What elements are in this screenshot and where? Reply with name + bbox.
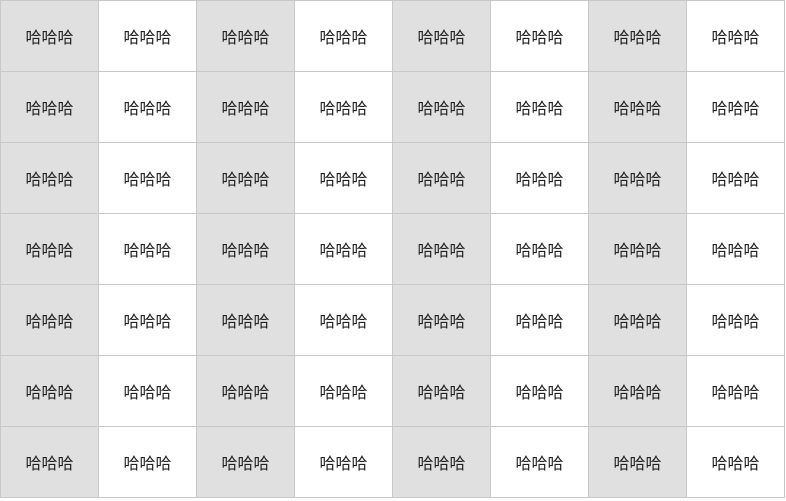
grid-row: 哈哈哈 哈哈哈 哈哈哈 哈哈哈 哈哈哈 哈哈哈 哈哈哈 哈哈哈 xyxy=(0,284,785,356)
grid-cell: 哈哈哈 xyxy=(588,426,687,498)
grid-cell: 哈哈哈 xyxy=(196,213,295,285)
grid-cell: 哈哈哈 xyxy=(588,213,687,285)
grid-cell: 哈哈哈 xyxy=(490,0,589,72)
grid-cell: 哈哈哈 xyxy=(686,213,785,285)
grid-cell: 哈哈哈 xyxy=(98,0,197,72)
grid-cell: 哈哈哈 xyxy=(196,0,295,72)
grid-cell: 哈哈哈 xyxy=(196,284,295,356)
grid-cell: 哈哈哈 xyxy=(392,0,491,72)
grid-cell: 哈哈哈 xyxy=(294,213,393,285)
grid-cell: 哈哈哈 xyxy=(294,71,393,143)
grid-cell: 哈哈哈 xyxy=(490,284,589,356)
grid-cell: 哈哈哈 xyxy=(0,426,99,498)
grid-cell: 哈哈哈 xyxy=(196,355,295,427)
grid-cell: 哈哈哈 xyxy=(392,284,491,356)
grid-cell: 哈哈哈 xyxy=(0,0,99,72)
grid-cell: 哈哈哈 xyxy=(294,142,393,214)
cell-grid: 哈哈哈 哈哈哈 哈哈哈 哈哈哈 哈哈哈 哈哈哈 哈哈哈 哈哈哈 哈哈哈 哈哈哈 哈哈哈 哈哈哈 哈哈哈哈… xyxy=(0,0,785,498)
grid-cell: 哈哈哈 xyxy=(490,142,589,214)
grid-cell: 哈哈哈 xyxy=(588,142,687,214)
grid-cell: 哈哈哈 xyxy=(686,142,785,214)
grid-cell: 哈哈哈 xyxy=(686,284,785,356)
grid-cell: 哈哈哈 xyxy=(686,71,785,143)
grid-cell: 哈哈哈 xyxy=(0,213,99,285)
grid-cell: 哈哈哈 xyxy=(490,213,589,285)
grid-cell: 哈哈哈 xyxy=(686,0,785,72)
grid-cell: 哈哈哈 xyxy=(392,213,491,285)
grid-cell: 哈哈哈 xyxy=(588,71,687,143)
grid-cell: 哈哈哈 xyxy=(686,426,785,498)
grid-cell: 哈哈哈 xyxy=(392,355,491,427)
grid-row: 哈哈哈 哈哈哈 哈哈哈 哈哈哈 哈哈哈 哈哈哈 哈哈哈 哈哈哈 xyxy=(0,0,785,72)
grid-cell: 哈哈哈 xyxy=(490,71,589,143)
grid-cell: 哈哈哈 xyxy=(98,426,197,498)
grid-cell: 哈哈哈 xyxy=(588,355,687,427)
grid-row: 哈哈哈 哈哈哈 哈哈哈 哈哈哈 哈哈哈 哈哈哈 哈哈哈 哈哈哈 xyxy=(0,355,785,427)
grid-cell: 哈哈哈 xyxy=(294,284,393,356)
grid-cell: 哈哈哈 xyxy=(392,142,491,214)
grid-cell: 哈哈哈 xyxy=(0,355,99,427)
grid-cell: 哈哈哈 xyxy=(294,355,393,427)
grid-row: 哈哈哈 哈哈哈 哈哈哈 哈哈哈 哈哈哈 哈哈哈 哈哈哈 哈哈哈 xyxy=(0,213,785,285)
grid-cell: 哈哈哈 xyxy=(98,71,197,143)
grid-cell: 哈哈哈 xyxy=(294,426,393,498)
grid-cell: 哈哈哈 xyxy=(588,0,687,72)
grid-cell: 哈哈哈 xyxy=(196,142,295,214)
grid-cell: 哈哈哈 xyxy=(98,142,197,214)
grid-cell: 哈哈哈 xyxy=(98,355,197,427)
grid-cell: 哈哈哈 xyxy=(196,71,295,143)
grid-cell: 哈哈哈 xyxy=(588,284,687,356)
grid-cell: 哈哈哈 xyxy=(98,213,197,285)
grid-row: 哈哈哈 哈哈哈 哈哈哈 哈哈哈 哈哈哈 哈哈哈 哈哈哈 哈哈哈 xyxy=(0,71,785,143)
grid-cell: 哈哈哈 xyxy=(490,355,589,427)
grid-cell: 哈哈哈 xyxy=(0,71,99,143)
grid-cell: 哈哈哈 xyxy=(490,426,589,498)
grid-row: 哈哈哈 哈哈哈 哈哈哈 哈哈哈 哈哈哈 哈哈哈 哈哈哈 哈哈哈 xyxy=(0,426,785,498)
grid-cell: 哈哈哈 xyxy=(294,0,393,72)
grid-cell: 哈哈哈 xyxy=(98,284,197,356)
grid-cell: 哈哈哈 xyxy=(196,426,295,498)
grid-row: 哈哈哈 哈哈哈 哈哈哈 哈哈哈 哈哈哈 哈哈哈 哈哈哈 哈哈哈 xyxy=(0,142,785,214)
grid-cell: 哈哈哈 xyxy=(392,426,491,498)
grid-cell: 哈哈哈 xyxy=(0,142,99,214)
grid-cell: 哈哈哈 xyxy=(0,284,99,356)
grid-cell: 哈哈哈 xyxy=(686,355,785,427)
grid-cell: 哈哈哈 xyxy=(392,71,491,143)
cell-grid-body: 哈哈哈 哈哈哈 哈哈哈 哈哈哈 哈哈哈 哈哈哈 哈哈哈 哈哈哈 哈哈哈 哈哈哈 哈哈哈 哈哈哈 哈哈哈哈… xyxy=(0,0,785,498)
